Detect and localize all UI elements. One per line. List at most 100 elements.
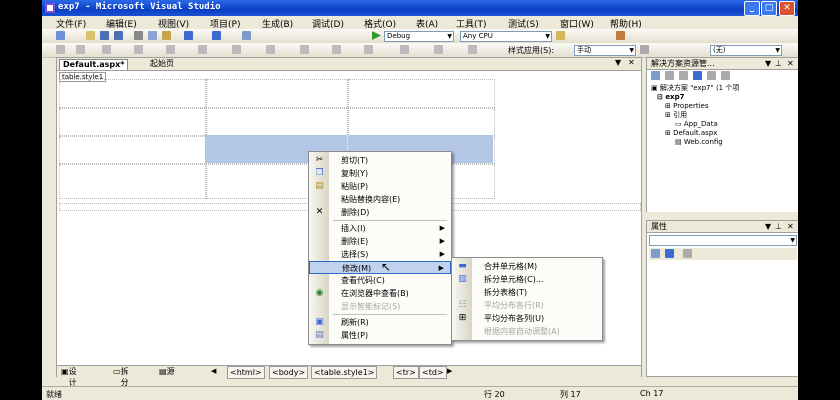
view-designer-icon[interactable] <box>707 71 716 80</box>
breadcrumb-tr[interactable]: <tr> <box>393 366 419 379</box>
navigate-icon[interactable] <box>242 31 251 40</box>
menu-item-split-table[interactable]: 拆分表格(T) <box>452 286 602 299</box>
style-select[interactable]: (无) ▼ <box>710 45 782 56</box>
breadcrumb-body[interactable]: <body> <box>269 366 309 379</box>
find-icon[interactable] <box>556 31 565 40</box>
format-icon[interactable] <box>76 45 85 54</box>
breadcrumb-back-icon[interactable]: ◀ <box>211 366 216 377</box>
menu-item-cut[interactable]: ✂ 剪切(T) <box>309 154 451 167</box>
alphabetical-icon[interactable] <box>665 249 674 258</box>
properties-icon[interactable] <box>651 71 660 80</box>
menu-item-select[interactable]: 选择(S) ▶ <box>309 248 451 261</box>
pin-icon[interactable]: ⊥ <box>775 58 782 69</box>
nest-icon[interactable] <box>721 71 730 80</box>
tree-default-aspx[interactable]: ⊞ Default.aspx <box>665 129 717 137</box>
expand-icon[interactable]: ⊞ <box>665 129 673 137</box>
start-debug-icon[interactable] <box>372 31 381 40</box>
align-icon[interactable] <box>56 45 65 54</box>
menu-item-split-cells[interactable]: ▥ 拆分单元格(C)... <box>452 273 602 286</box>
tree-project[interactable]: ⊟ exp7 <box>657 93 684 101</box>
menu-item-paste[interactable]: ▤ 粘贴(P) <box>309 180 451 193</box>
format-icon[interactable] <box>134 45 143 54</box>
close-button[interactable]: ✕ <box>779 1 795 16</box>
save-icon[interactable] <box>100 31 109 40</box>
cut-icon[interactable] <box>134 31 143 40</box>
redo-icon[interactable] <box>212 31 221 40</box>
menu-item-view-in-browser[interactable]: ◉ 在浏览器中查看(B) <box>309 287 451 300</box>
dropdown-icon[interactable]: ▼ <box>765 221 771 232</box>
source-view-button[interactable]: ▤ 源 <box>159 366 175 377</box>
format-icon[interactable] <box>434 45 443 54</box>
format-icon[interactable] <box>468 45 477 54</box>
property-pages-icon[interactable] <box>683 249 692 258</box>
format-icon[interactable] <box>400 45 409 54</box>
tab-start-page[interactable]: 起始页 <box>147 59 177 69</box>
menu-item-modify[interactable]: 修改(M) ▶ <box>309 261 451 274</box>
tab-default-aspx[interactable]: Default.aspx* <box>59 59 129 70</box>
properties-object-select[interactable]: ▼ <box>649 235 797 246</box>
menu-item-refresh[interactable]: ▣ 刷新(R) <box>309 316 451 329</box>
show-all-icon[interactable] <box>679 71 688 80</box>
format-icon[interactable] <box>166 45 175 54</box>
platform-select[interactable]: Any CPU ▼ <box>460 31 552 42</box>
maximize-button[interactable]: □ <box>761 1 777 16</box>
tree-label: App_Data <box>683 120 718 128</box>
format-icon[interactable] <box>198 45 207 54</box>
close-icon[interactable]: ✕ <box>787 221 794 232</box>
format-icon[interactable] <box>300 45 309 54</box>
style-icon[interactable] <box>640 45 649 54</box>
tree-app-data[interactable]: ▭ App_Data <box>675 120 718 128</box>
tree-solution[interactable]: ▣ 解决方案 "exp7" (1 个项 <box>651 84 739 92</box>
format-icon[interactable] <box>266 45 275 54</box>
close-icon[interactable]: ✕ <box>628 58 635 67</box>
paste-icon[interactable] <box>162 31 171 40</box>
menu-item-delete-sub[interactable]: 删除(E) ▶ <box>309 235 451 248</box>
menu-item-distribute-columns[interactable]: ⊞ 平均分布各列(U) <box>452 312 602 325</box>
format-icon[interactable] <box>102 45 111 54</box>
menu-item-properties[interactable]: ▤ 属性(P) <box>309 329 451 342</box>
status-ch: Ch 17 <box>640 389 664 398</box>
open-icon[interactable] <box>86 31 95 40</box>
format-icon[interactable] <box>364 45 373 54</box>
tree-properties[interactable]: ⊞ Properties <box>665 102 708 110</box>
undo-icon[interactable] <box>184 31 193 40</box>
breadcrumb-forward-icon[interactable]: ▶ <box>447 366 452 377</box>
expand-icon[interactable]: ⊞ <box>665 102 673 110</box>
split-view-button[interactable]: ▭ 拆分 <box>113 366 129 387</box>
copy-icon[interactable] <box>148 31 157 40</box>
refresh-icon[interactable] <box>665 71 674 80</box>
solution-icon: ▣ <box>651 84 660 92</box>
menu-item-label: 选择(S) <box>341 250 369 259</box>
format-icon[interactable] <box>232 45 241 54</box>
menu-item-view-code[interactable]: 查看代码(C) <box>309 274 451 287</box>
menu-item-smart-tag: 显示智能标记(S) <box>309 300 451 313</box>
copy-icon: ❐ <box>315 168 324 178</box>
pin-icon[interactable]: ⊥ <box>775 221 782 232</box>
menu-item-insert[interactable]: 插入(I) ▶ <box>309 222 451 235</box>
solution-scrollbar[interactable] <box>646 212 798 220</box>
menu-item-copy[interactable]: ❐ 复制(Y) <box>309 167 451 180</box>
close-icon[interactable]: ✕ <box>787 58 794 69</box>
dropdown-icon[interactable]: ▼ <box>765 58 771 69</box>
minimize-button[interactable]: _ <box>744 1 760 16</box>
menu-item-label: 显示智能标记(S) <box>341 302 401 311</box>
menu-item-merge-cells[interactable]: ▬ 合并单元格(M) <box>452 260 602 273</box>
menu-item-paste-replace[interactable]: 粘贴替换内容(E) <box>309 193 451 206</box>
dropdown-icon[interactable]: ▼ <box>615 58 621 67</box>
expand-icon[interactable]: ⊞ <box>665 111 673 119</box>
design-view-button[interactable]: ▣ 设计 <box>61 366 77 387</box>
format-icon[interactable] <box>332 45 341 54</box>
breadcrumb-td[interactable]: <td> <box>419 366 447 379</box>
breadcrumb-html[interactable]: <html> <box>227 366 265 379</box>
new-project-icon[interactable] <box>56 31 65 40</box>
tree-references[interactable]: ⊞ 引用 <box>665 111 687 119</box>
style-apply-select[interactable]: 手动 ▼ <box>574 45 636 56</box>
tree-web-config[interactable]: ▤ Web.config <box>675 138 723 146</box>
solution-explorer-icon[interactable] <box>616 31 625 40</box>
categorized-icon[interactable] <box>651 249 660 258</box>
view-code-icon[interactable] <box>693 71 702 80</box>
solution-config-select[interactable]: Debug ▼ <box>384 31 454 42</box>
breadcrumb-table[interactable]: <table.style1> <box>311 366 378 379</box>
menu-item-delete[interactable]: ✕ 删除(D) <box>309 206 451 219</box>
save-all-icon[interactable] <box>114 31 123 40</box>
